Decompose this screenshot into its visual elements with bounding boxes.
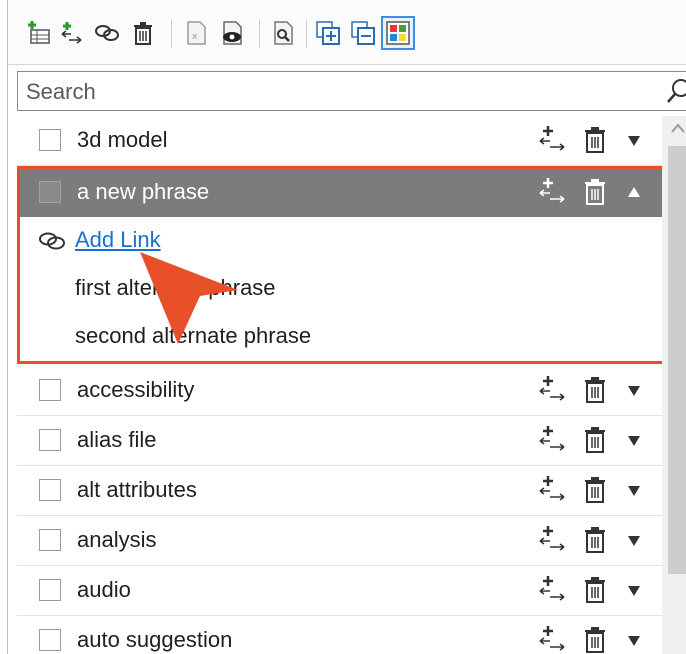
toolbar: x [8,0,686,65]
trash-icon[interactable] [583,626,607,654]
chevron-down-icon[interactable] [627,385,641,397]
row-checkbox[interactable] [39,429,61,451]
trash-icon[interactable] [583,126,607,154]
phrase-label: audio [77,577,131,602]
chevron-down-icon[interactable] [627,635,641,647]
add-synonym-icon[interactable] [538,424,568,454]
row-checkbox[interactable] [39,479,61,501]
toolbar-separator [306,20,307,48]
search-icon[interactable] [666,77,686,105]
add-synonym-button[interactable] [57,18,87,48]
row-checkbox[interactable] [39,629,61,651]
collapse-all-icon [351,21,375,45]
document-icon: x [187,21,206,45]
chevron-down-icon[interactable] [627,535,641,547]
preview-button[interactable] [217,18,247,48]
settings-button[interactable] [268,18,298,48]
list-item[interactable]: 3d model [17,116,662,166]
phrase-label: analysis [77,527,157,552]
trash-icon[interactable] [583,426,607,454]
document-button[interactable]: x [181,18,211,48]
row-checkbox[interactable] [39,529,61,551]
chevron-down-icon[interactable] [627,435,641,447]
chevron-down-icon[interactable] [627,135,641,147]
color-view-button[interactable] [381,16,415,50]
list-item-selected[interactable]: a new phrase [20,169,662,217]
phrase-label: auto suggestion [77,627,233,652]
row-checkbox[interactable] [39,129,61,151]
trash-icon[interactable] [583,178,607,206]
add-synonym-icon [61,22,82,44]
add-synonym-icon[interactable] [538,176,568,206]
add-table-icon [28,21,50,44]
vertical-scrollbar[interactable] [662,116,686,654]
link-icon [39,232,65,250]
phrase-label: alt attributes [77,477,197,502]
list-item[interactable]: analysis [17,516,662,566]
add-synonym-icon[interactable] [538,474,568,504]
annotation-arrow [140,252,238,344]
list-item[interactable]: alias file [17,416,662,466]
toolbar-separator [171,20,172,48]
phrase-label: alias file [77,427,157,452]
expand-all-icon [316,21,340,45]
trash-icon[interactable] [583,376,607,404]
toolbar-separator [259,20,260,48]
phrase-label: a new phrase [77,179,210,204]
add-synonym-icon[interactable] [538,574,568,604]
row-checkbox[interactable] [39,579,61,601]
list-item[interactable]: auto suggestion [17,616,662,654]
add-synonym-icon[interactable] [538,374,568,404]
search-box [17,71,686,112]
expand-all-button[interactable] [313,18,343,48]
color-grid-icon [386,21,410,45]
list-item[interactable]: audio [17,566,662,616]
add-synonym-icon[interactable] [538,624,568,654]
collapse-all-button[interactable] [348,18,378,48]
scroll-up-icon[interactable] [670,122,686,134]
eye-icon [223,21,242,45]
trash-icon[interactable] [583,476,607,504]
svg-text:x: x [192,32,198,42]
search-input[interactable] [24,72,648,112]
list-item[interactable]: alt attributes [17,466,662,516]
expanded-phrase-group: a new phrase Add Link first phrase secon… [17,166,665,364]
alternate-phrase[interactable]: first alternate phrase [20,265,662,313]
chevron-down-icon[interactable] [627,485,641,497]
add-synonym-icon[interactable] [538,124,568,154]
phrase-panel: x Search 3d model a new phrase Add Link … [7,0,686,654]
add-link-row: Add Link [20,217,662,265]
trash-icon[interactable] [583,526,607,554]
alternate-phrase[interactable]: second alternate phrase [20,313,662,361]
add-phrase-button[interactable] [24,18,54,48]
tool-page-icon [274,21,293,45]
trash-icon [134,22,152,45]
list-item[interactable]: accessibility [17,366,662,416]
phrase-label: accessibility [77,377,195,402]
chevron-up-icon[interactable] [627,186,641,198]
phrase-list: 3d model a new phrase Add Link first phr… [17,116,665,654]
row-checkbox[interactable] [39,181,61,203]
trash-icon[interactable] [583,576,607,604]
link-button[interactable] [92,18,122,48]
add-synonym-icon[interactable] [538,524,568,554]
phrase-label: 3d model [77,127,168,152]
row-checkbox[interactable] [39,379,61,401]
chevron-down-icon[interactable] [627,585,641,597]
delete-button[interactable] [128,18,158,48]
link-icon [95,25,119,41]
scroll-thumb[interactable] [668,146,686,574]
